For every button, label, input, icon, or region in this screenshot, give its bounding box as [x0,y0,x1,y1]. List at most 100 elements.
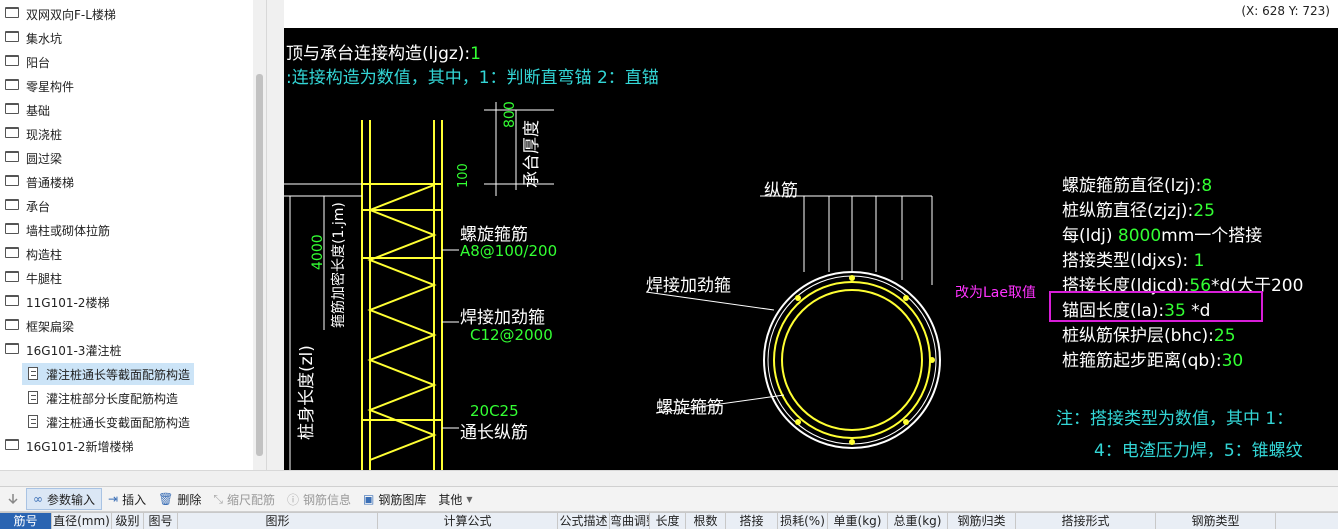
connection-setting-value[interactable]: 1 [470,44,481,64]
folder-icon [5,199,19,210]
tree-item-label: 框架扁梁 [26,320,75,334]
parameter-row: 每(ldj) 8000mm一个搭接 [1062,221,1262,246]
table-column-header[interactable]: 图号 [144,513,178,529]
tree-item-label: 16G101-2新增楼梯 [26,440,134,454]
table-column-header[interactable]: 弯曲调整 [610,513,650,529]
table-column-header[interactable]: 钢筋归类 [948,513,1016,529]
toolbar-button[interactable]: ⇥ 插入 [102,488,152,510]
tree-item[interactable]: 双网双向F-L楼梯 [0,3,250,25]
tree-item[interactable]: 灌注桩部分长度配筋构造 [22,387,194,409]
folder-icon [5,343,19,354]
dim-800: 800 [502,101,518,128]
library-icon: ▣ [363,492,375,506]
toolbar-button[interactable]: ▣ 钢筋图库 [357,488,432,510]
toolbar-button[interactable]: ⤡ 缩尺配筋 [207,488,281,510]
parameter-value[interactable]: 25 [1193,201,1215,221]
rebar-table-header: 筋号直径(mm)级别图号图形计算公式公式描述弯曲调整长度根数搭接损耗(%)单重(… [0,512,1338,529]
table-column-header[interactable]: 搭接形式 [1016,513,1156,529]
tree-item[interactable]: 构造柱 [0,243,250,265]
parameter-value[interactable]: 8 [1201,176,1212,196]
tree-item[interactable]: 框架扁梁 [0,315,250,337]
table-column-header[interactable]: 计算公式 [378,513,558,529]
section-weld-label: 焊接加劲箍 [646,276,731,296]
table-column-header[interactable]: 筋号 [0,513,52,529]
toolbar-button[interactable]: 🗑 删除 [152,488,207,510]
app-window: 双网双向F-L楼梯集水坑 阳台零星构件基础 现浇桩 圆过梁普通楼梯承台 墙柱或砌体拉筋构… [0,0,1338,529]
dim-100: 100 [456,163,471,188]
toolbar-button-label: 其他 [438,492,463,507]
parameter-value[interactable]: 8000 [1118,226,1161,246]
parameter-value[interactable]: 25 [1214,326,1236,346]
tree-scrollbar-thumb[interactable] [256,74,263,456]
drawing-canvas[interactable]: (X: 628 Y: 723) 顶与承台连接构造(ljgz):1 :连接构造为数… [284,0,1338,470]
tree-item[interactable]: 零星构件 [0,75,250,97]
param-icon: ∞ [33,492,43,506]
folder-icon [5,319,19,330]
tree-item-label: 零星构件 [26,80,75,94]
panel-splitter[interactable] [266,0,284,470]
tree-item[interactable]: 集水坑 [0,27,250,49]
parameter-label: 搭接类型(ldjxs): [1062,251,1194,271]
tree-item[interactable]: 墙柱或砌体拉筋 [0,219,250,241]
table-column-header[interactable]: 总重(kg) [888,513,948,529]
tree-item-label: 普通楼梯 [26,176,75,190]
table-column-header[interactable]: 根数 [686,513,726,529]
long-bar-label: 通长纵筋 [460,423,528,443]
toolbar-button[interactable]: 其他 ▼ [432,488,478,510]
table-column-header[interactable]: 直径(mm) [52,513,112,529]
arrow-down-icon [6,492,20,506]
tree-scrollbar[interactable] [253,0,266,470]
table-column-header[interactable]: 公式描述 [558,513,610,529]
spiral-value[interactable]: A8@100/200 [460,242,557,260]
folder-icon [5,151,19,162]
table-column-header[interactable]: 损耗(%) [778,513,828,529]
document-icon [28,415,38,428]
table-column-header[interactable]: 搭接 [726,513,778,529]
note-line-2: 4：电渣压力焊，5：锥螺纹 [1094,441,1303,461]
tree-item[interactable]: 灌注桩通长变截面配筋构造 [22,411,194,433]
tree-item-label: 双网双向F-L楼梯 [26,8,116,22]
tree-item[interactable]: 基础 [0,99,250,121]
parameter-row: 搭接类型(ldjxs): 1 [1062,246,1204,271]
tree-item-label: 牛腿柱 [26,272,63,286]
table-column-header[interactable]: 长度 [650,513,686,529]
parameter-row: 桩纵筋直径(zjzj):25 [1062,196,1215,221]
tree-item[interactable]: 灌注桩通长等截面配筋构造 [22,363,194,385]
tree-item[interactable]: 16G101-3灌注桩 [0,339,250,361]
parameter-value[interactable]: 30 [1222,351,1244,371]
weld-label: 焊接加劲箍 [460,308,545,328]
component-tree: 双网双向F-L楼梯集水坑 阳台零星构件基础 现浇桩 圆过梁普通楼梯承台 墙柱或砌体拉筋构… [0,0,266,470]
tree-item[interactable]: 牛腿柱 [0,267,250,289]
tree-item-label: 灌注桩通长等截面配筋构造 [46,368,191,382]
tree-item[interactable]: 承台 [0,195,250,217]
scale-icon: ⤡ [213,491,223,506]
parameter-label: 桩纵筋直径(zjzj): [1062,201,1194,221]
tree-item-label: 11G101-2楼梯 [26,296,110,310]
folder-icon [5,79,19,90]
parameter-label: 桩箍筋起步距离(qb): [1062,351,1222,371]
tree-item[interactable]: 11G101-2楼梯 [0,291,250,313]
tree-item[interactable]: 普通楼梯 [0,171,250,193]
table-column-header[interactable]: 钢筋类型 [1156,513,1276,529]
tree-item[interactable]: 16G101-2新增楼梯 [0,435,250,457]
folder-icon [5,247,19,258]
parameter-value[interactable]: 1 [1194,251,1205,271]
section-long-label: 纵筋 [764,181,798,201]
folder-icon [5,127,19,138]
weld-value[interactable]: C12@2000 [470,326,553,344]
parameter-label: 每(ldj) [1062,226,1118,246]
toolbar-button[interactable]: ∞ 参数输入 [26,488,103,510]
tree-item[interactable]: 阳台 [0,51,250,73]
table-column-header[interactable]: 级别 [112,513,144,529]
toolbar-button[interactable]: ⓘ 钢筋信息 [281,488,357,510]
collapse-button[interactable] [0,488,26,510]
tree-item[interactable]: 圆过梁 [0,147,250,169]
tree-item[interactable]: 现浇桩 [0,123,250,145]
table-column-header[interactable]: 单重(kg) [828,513,888,529]
annotation-text: 改为Lae取值 [955,285,1036,301]
table-column-header[interactable]: 图形 [178,513,378,529]
parameter-label: 螺旋箍筋直径(lzj): [1062,176,1202,196]
folder-icon [5,7,19,18]
document-icon [28,391,38,404]
parameter-row: 桩纵筋保护层(bhc):25 [1062,321,1236,346]
